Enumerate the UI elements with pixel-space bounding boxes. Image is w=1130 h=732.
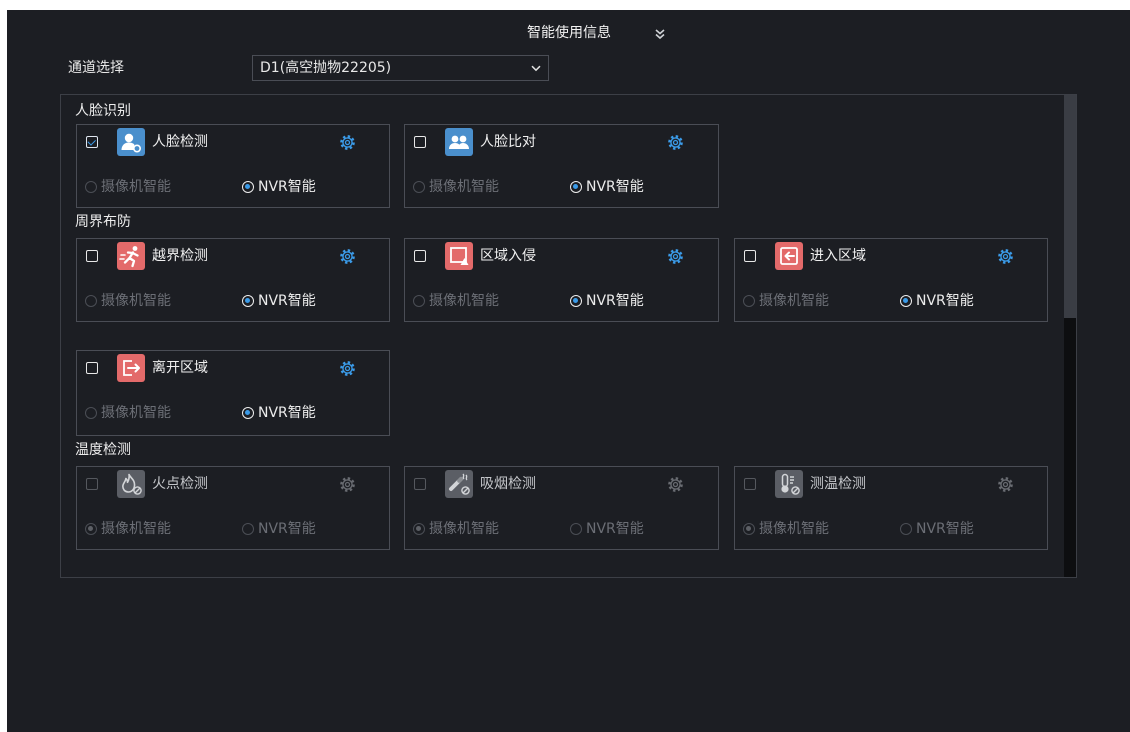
temperature-measurement-gear-icon [997, 476, 1014, 493]
card-smoking-detection: 吸烟检测 摄像机智能 NVR智能 [404, 466, 719, 550]
face-comparison-gear-icon[interactable] [667, 134, 684, 151]
card-fire-detection: 火点检测 摄像机智能 NVR智能 [76, 466, 390, 550]
channel-dropdown-value: D1(高空抛物22205) [260, 60, 392, 76]
nvr-intelligence-radio [570, 523, 582, 535]
nvr-intelligence-label[interactable]: NVR智能 [586, 177, 644, 197]
nvr-intelligence-radio[interactable] [242, 181, 254, 193]
temperature-measurement-checkbox [744, 478, 756, 490]
camera-intelligence-radio [743, 523, 755, 535]
camera-intelligence-label: 摄像机智能 [759, 293, 829, 309]
nvr-intelligence-radio[interactable] [900, 295, 912, 307]
fire-detection-label: 火点检测 [152, 476, 208, 492]
card-enter-area: 进入区域 摄像机智能 NVR智能 [734, 238, 1048, 322]
card-face-comparison: 人脸比对 摄像机智能 NVR智能 [404, 124, 719, 208]
scrollbar-thumb[interactable] [1064, 95, 1076, 318]
card-area-intrusion: 区域入侵 摄像机智能 NVR智能 [404, 238, 719, 322]
area-intrusion-icon [445, 242, 473, 270]
scrollbar[interactable] [1064, 95, 1076, 577]
face-comparison-checkbox[interactable] [414, 136, 426, 148]
line-crossing-checkbox[interactable] [86, 250, 98, 262]
camera-intelligence-radio [85, 181, 97, 193]
smoking-detection-checkbox [414, 478, 426, 490]
camera-intelligence-radio [413, 181, 425, 193]
enter-area-icon [775, 242, 803, 270]
nvr-intelligence-radio [242, 523, 254, 535]
line-crossing-icon [117, 242, 145, 270]
camera-intelligence-radio [413, 295, 425, 307]
smoking-detection-icon [445, 470, 473, 498]
fire-detection-gear-icon [339, 476, 356, 493]
leave-area-gear-icon[interactable] [339, 360, 356, 377]
leave-area-icon [117, 354, 145, 382]
page-title: 智能使用信息 [527, 25, 611, 41]
card-temperature-measurement: 测温检测 摄像机智能 NVR智能 [734, 466, 1048, 550]
line-crossing-gear-icon[interactable] [339, 248, 356, 265]
camera-intelligence-label: 摄像机智能 [429, 521, 499, 537]
nvr-intelligence-radio[interactable] [570, 295, 582, 307]
camera-intelligence-radio [85, 523, 97, 535]
enter-area-label: 进入区域 [810, 248, 866, 264]
area-intrusion-checkbox[interactable] [414, 250, 426, 262]
camera-intelligence-label: 摄像机智能 [101, 521, 171, 537]
camera-intelligence-label: 摄像机智能 [101, 293, 171, 309]
intelligence-panel: 人脸识别 人脸检测 摄像机智能 NVR智能 人脸比对 摄像机智能 NVR智能 周… [60, 94, 1077, 578]
temperature-measurement-label: 测温检测 [810, 476, 866, 492]
leave-area-checkbox[interactable] [86, 362, 98, 374]
channel-select-label: 通道选择 [68, 60, 124, 76]
camera-intelligence-label: 摄像机智能 [101, 179, 171, 195]
camera-intelligence-radio [743, 295, 755, 307]
face-comparison-icon [445, 128, 473, 156]
enter-area-checkbox[interactable] [744, 250, 756, 262]
nvr-intelligence-label[interactable]: NVR智能 [916, 291, 974, 311]
line-crossing-label: 越界检测 [152, 248, 208, 264]
camera-intelligence-label: 摄像机智能 [759, 521, 829, 537]
nvr-intelligence-label[interactable]: NVR智能 [258, 177, 316, 197]
nvr-intelligence-label[interactable]: NVR智能 [258, 403, 316, 423]
nvr-intelligence-label: NVR智能 [916, 521, 974, 537]
nvr-intelligence-label: NVR智能 [258, 521, 316, 537]
section-title-temperature-detection: 温度检测 [75, 442, 131, 458]
face-detection-gear-icon[interactable] [339, 134, 356, 151]
card-line-crossing: 越界检测 摄像机智能 NVR智能 [76, 238, 390, 322]
face-detection-label: 人脸检测 [152, 134, 208, 150]
enter-area-gear-icon[interactable] [997, 248, 1014, 265]
face-detection-icon [117, 128, 145, 156]
smoking-detection-label: 吸烟检测 [480, 476, 536, 492]
section-title-face-recognition: 人脸识别 [75, 103, 131, 119]
leave-area-label: 离开区域 [152, 360, 208, 376]
chevron-down-icon [531, 65, 541, 72]
nvr-intelligence-radio [900, 523, 912, 535]
card-leave-area: 离开区域 摄像机智能 NVR智能 [76, 350, 390, 436]
smoking-detection-gear-icon [667, 476, 684, 493]
temperature-measurement-icon [775, 470, 803, 498]
nvr-intelligence-radio[interactable] [242, 295, 254, 307]
camera-intelligence-radio [413, 523, 425, 535]
fire-detection-checkbox [86, 478, 98, 490]
double-chevron-down-icon[interactable] [654, 28, 666, 40]
nvr-intelligence-radio[interactable] [570, 181, 582, 193]
card-face-detection: 人脸检测 摄像机智能 NVR智能 [76, 124, 390, 208]
camera-intelligence-label: 摄像机智能 [101, 405, 171, 421]
intelligence-usage-screen: 智能使用信息 通道选择 D1(高空抛物22205) 人脸识别 人脸检测 摄像机智… [7, 10, 1130, 732]
nvr-intelligence-label[interactable]: NVR智能 [258, 291, 316, 311]
camera-intelligence-label: 摄像机智能 [429, 293, 499, 309]
nvr-intelligence-radio[interactable] [242, 407, 254, 419]
channel-dropdown[interactable]: D1(高空抛物22205) [252, 55, 549, 81]
nvr-intelligence-label: NVR智能 [586, 521, 644, 537]
camera-intelligence-radio [85, 407, 97, 419]
area-intrusion-gear-icon[interactable] [667, 248, 684, 265]
camera-intelligence-label: 摄像机智能 [429, 179, 499, 195]
section-title-perimeter-defense: 周界布防 [75, 214, 131, 230]
face-comparison-label: 人脸比对 [480, 134, 536, 150]
nvr-intelligence-label[interactable]: NVR智能 [586, 291, 644, 311]
fire-detection-icon [117, 470, 145, 498]
camera-intelligence-radio [85, 295, 97, 307]
area-intrusion-label: 区域入侵 [480, 248, 536, 264]
face-detection-checkbox[interactable] [86, 136, 98, 148]
